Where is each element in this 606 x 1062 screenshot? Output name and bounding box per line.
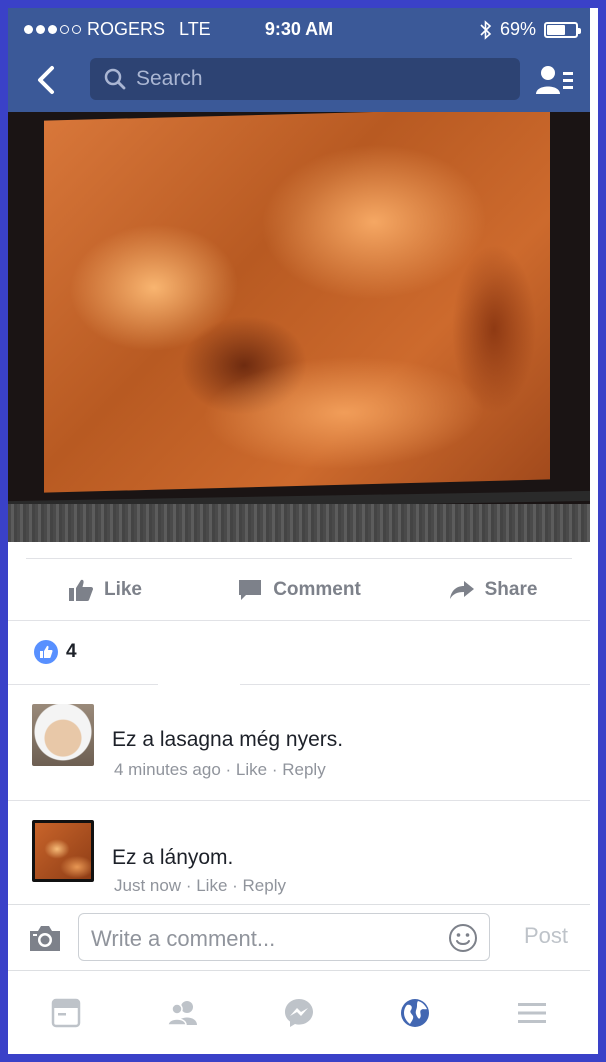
tab-messenger[interactable] <box>241 971 357 1054</box>
top-bar: ROGERS LTE 9:30 AM 69% Search <box>8 8 590 112</box>
ultrasound-image <box>44 112 550 493</box>
comment-text: Ez a lasagna még nyers. <box>112 728 344 751</box>
like-summary[interactable]: 4 <box>34 640 77 664</box>
phone-screen: ROGERS LTE 9:30 AM 69% Search Like Comme… <box>8 8 590 1054</box>
comment-button[interactable]: Comment <box>202 560 396 620</box>
tab-menu[interactable] <box>474 971 590 1054</box>
tab-news-feed[interactable] <box>8 971 124 1054</box>
like-badge-icon <box>34 640 58 664</box>
status-bar: ROGERS LTE 9:30 AM 69% <box>8 8 590 50</box>
battery-icon <box>544 21 581 38</box>
tab-bar <box>8 970 590 1054</box>
avatar[interactable] <box>32 820 94 882</box>
like-button[interactable]: Like <box>8 560 202 620</box>
search-placeholder: Search <box>136 67 203 90</box>
navigation-bar: Search <box>8 52 590 108</box>
comment-reply-link[interactable]: Reply <box>282 760 325 779</box>
comment-input[interactable]: Write a comment... <box>78 913 490 961</box>
battery-percent: 69% <box>499 19 536 39</box>
tab-friends[interactable] <box>124 971 240 1054</box>
comment-item: Ez a lányom. Just now · Like · Reply <box>8 818 590 904</box>
comment-time: 4 minutes ago <box>114 760 221 779</box>
thumbs-up-icon <box>68 579 93 601</box>
comment-text: Ez a lányom. <box>112 846 234 869</box>
friend-requests-icon[interactable] <box>536 64 574 96</box>
share-arrow-icon <box>449 581 474 599</box>
back-chevron-icon[interactable] <box>28 62 64 98</box>
comment-meta: 4 minutes ago · Like · Reply <box>114 760 326 779</box>
post-photo[interactable] <box>8 112 590 542</box>
notifications-globe-icon <box>401 999 430 1027</box>
bluetooth-icon <box>480 19 492 40</box>
comment-composer: Write a comment... Post <box>8 904 590 971</box>
search-input[interactable]: Search <box>90 58 520 100</box>
comment-time: Just now <box>114 876 182 895</box>
comment-like-link[interactable]: Like <box>196 876 227 895</box>
status-right: 69% <box>480 19 581 40</box>
friends-icon <box>166 1001 197 1026</box>
post-actions: Like Comment Share <box>8 560 590 620</box>
comment-reply-link[interactable]: Reply <box>243 876 286 895</box>
comment-placeholder: Write a comment... <box>91 926 276 951</box>
emoji-smiley-icon[interactable] <box>447 922 479 954</box>
camera-icon[interactable] <box>28 923 62 953</box>
like-count: 4 <box>66 641 77 662</box>
post-button[interactable]: Post <box>524 923 568 949</box>
menu-icon <box>517 1003 546 1023</box>
comment-item: Ez a lasagna még nyers. 4 minutes ago · … <box>8 702 590 802</box>
comment-meta: Just now · Like · Reply <box>114 876 286 895</box>
share-button[interactable]: Share <box>396 560 590 620</box>
tab-notifications[interactable] <box>357 971 473 1054</box>
carpet-background <box>8 504 590 542</box>
messenger-icon <box>285 999 314 1027</box>
search-icon <box>104 68 126 90</box>
comment-like-link[interactable]: Like <box>236 760 267 779</box>
avatar[interactable] <box>32 704 94 766</box>
comment-bubble-icon <box>239 580 262 600</box>
news-feed-icon <box>51 998 81 1028</box>
